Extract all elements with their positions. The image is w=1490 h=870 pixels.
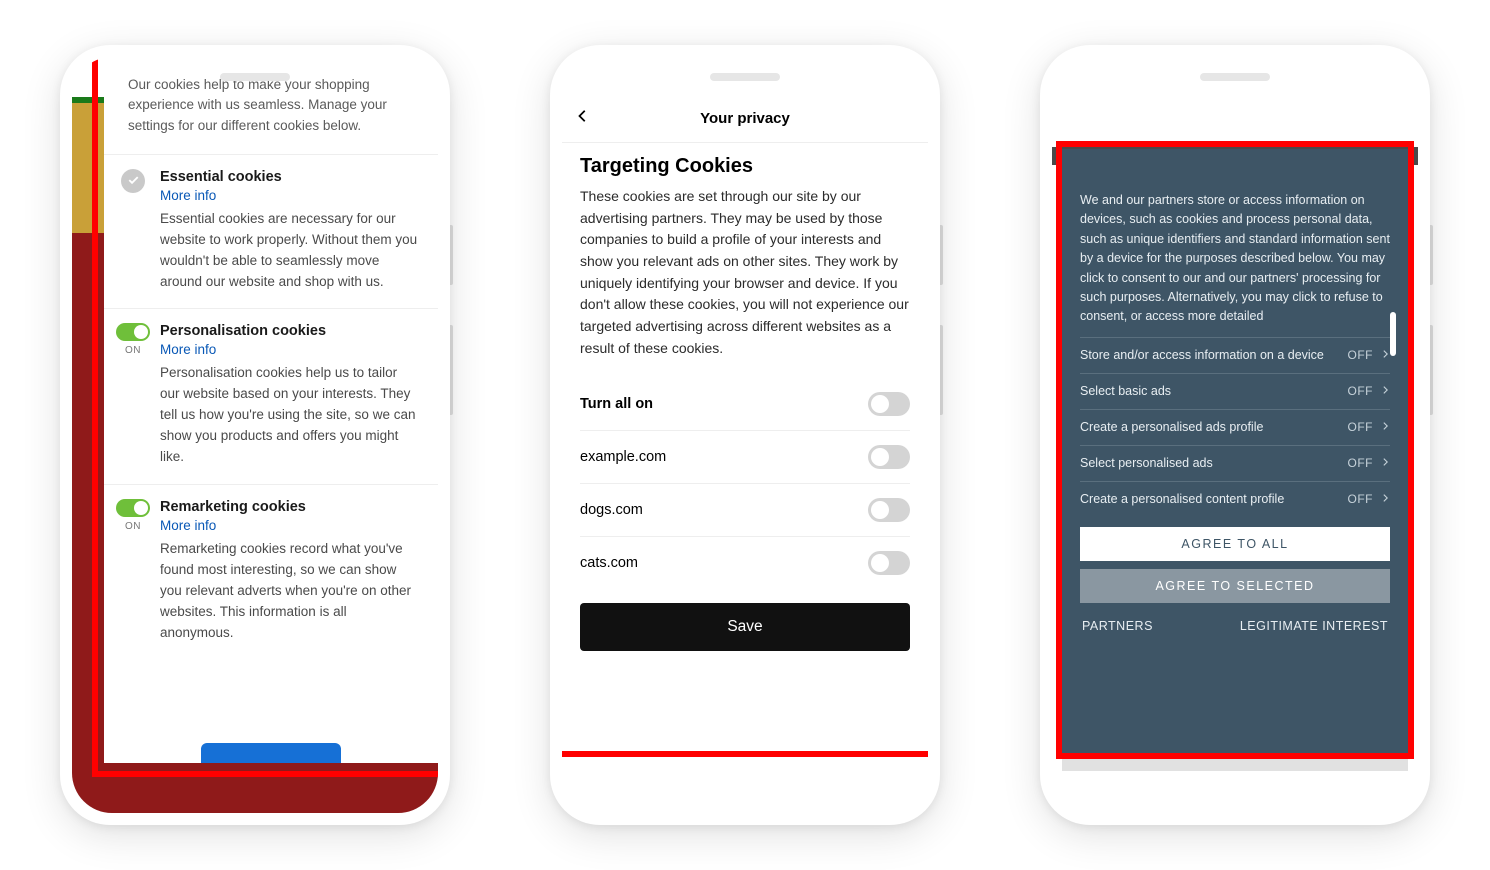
remarketing-cookies-section: ON Remarketing cookies More info Remarke… (104, 484, 438, 660)
toggle-state: OFF (1348, 456, 1374, 470)
row-label: Create a personalised ads profile (1080, 420, 1348, 434)
purpose-row[interactable]: Create a personalised content profile OF… (1080, 482, 1390, 517)
toggle-state: OFF (1348, 492, 1374, 506)
modal-header: Your privacy (562, 95, 928, 143)
intro-text: Our cookies help to make your shopping e… (104, 57, 438, 154)
cookie-settings-panel: Our cookies help to make your shopping e… (104, 57, 438, 763)
row-label: Select basic ads (1080, 384, 1348, 398)
toggle-switch[interactable] (116, 323, 150, 341)
chevron-right-icon (1381, 347, 1390, 364)
agree-selected-button[interactable]: AGREE TO SELECTED (1080, 569, 1390, 603)
phone-mockup-3: We and our partners store or access info… (1040, 45, 1430, 825)
more-info-link[interactable]: More info (160, 518, 216, 533)
row-label: dogs.com (580, 502, 643, 518)
row-label: Turn all on (580, 396, 653, 412)
phone-mockup-2: Your privacy Targeting Cookies These coo… (550, 45, 940, 825)
save-button[interactable] (201, 743, 341, 763)
chevron-right-icon (1381, 455, 1390, 472)
toggle-row: cats.com (580, 537, 910, 589)
partners-link[interactable]: PARTNERS (1082, 619, 1153, 633)
toggle-switch[interactable] (868, 551, 910, 575)
page-title: Targeting Cookies (580, 155, 910, 178)
toggle-row: example.com (580, 431, 910, 484)
header-title: Your privacy (700, 110, 790, 127)
toggle-state: ON (125, 345, 141, 356)
toggle-state: OFF (1348, 348, 1374, 362)
back-button[interactable] (576, 109, 590, 128)
personalisation-cookies-section: ON Personalisation cookies More info Per… (104, 308, 438, 484)
toggle-row-turn-all-on: Turn all on (580, 378, 910, 431)
toggle-switch[interactable] (868, 445, 910, 469)
toggle-switch[interactable] (868, 498, 910, 522)
section-desc: Essential cookies are necessary for our … (160, 209, 418, 293)
more-info-link[interactable]: More info (160, 342, 216, 357)
legitimate-interest-link[interactable]: LEGITIMATE INTEREST (1240, 619, 1388, 633)
row-label: cats.com (580, 555, 638, 571)
section-desc: Personalisation cookies help us to tailo… (160, 363, 418, 468)
phone-mockup-1: Our cookies help to make your shopping e… (60, 45, 450, 825)
section-title: Remarketing cookies (160, 499, 418, 515)
purpose-row[interactable]: Create a personalised ads profile OFF (1080, 410, 1390, 446)
row-label: Select personalised ads (1080, 456, 1348, 470)
more-info-link[interactable]: More info (160, 188, 216, 203)
chevron-right-icon (1381, 491, 1390, 508)
row-label: example.com (580, 449, 666, 465)
consent-panel: We and our partners store or access info… (1062, 149, 1408, 753)
toggle-state: OFF (1348, 384, 1374, 398)
purpose-row[interactable]: Store and/or access information on a dev… (1080, 338, 1390, 374)
toggle-state: ON (125, 521, 141, 532)
purpose-list: Store and/or access information on a dev… (1080, 337, 1390, 517)
save-button[interactable]: Save (580, 603, 910, 651)
toggle-state: OFF (1348, 420, 1374, 434)
row-label: Store and/or access information on a dev… (1080, 348, 1348, 362)
page-description: These cookies are set through our site b… (580, 186, 910, 360)
purpose-row[interactable]: Select basic ads OFF (1080, 374, 1390, 410)
scrollbar-thumb[interactable] (1390, 312, 1396, 356)
intro-text: We and our partners store or access info… (1080, 191, 1390, 327)
check-icon (121, 169, 145, 193)
row-label: Create a personalised content profile (1080, 492, 1348, 506)
toggle-switch[interactable] (116, 499, 150, 517)
section-title: Essential cookies (160, 169, 418, 185)
chevron-right-icon (1381, 383, 1390, 400)
purpose-row[interactable]: Select personalised ads OFF (1080, 446, 1390, 482)
chevron-right-icon (1381, 419, 1390, 436)
toggle-row: dogs.com (580, 484, 910, 537)
essential-cookies-section: Essential cookies More info Essential co… (104, 154, 438, 309)
toggle-switch[interactable] (868, 392, 910, 416)
section-title: Personalisation cookies (160, 323, 418, 339)
section-desc: Remarketing cookies record what you've f… (160, 539, 418, 644)
agree-all-button[interactable]: AGREE TO ALL (1080, 527, 1390, 561)
